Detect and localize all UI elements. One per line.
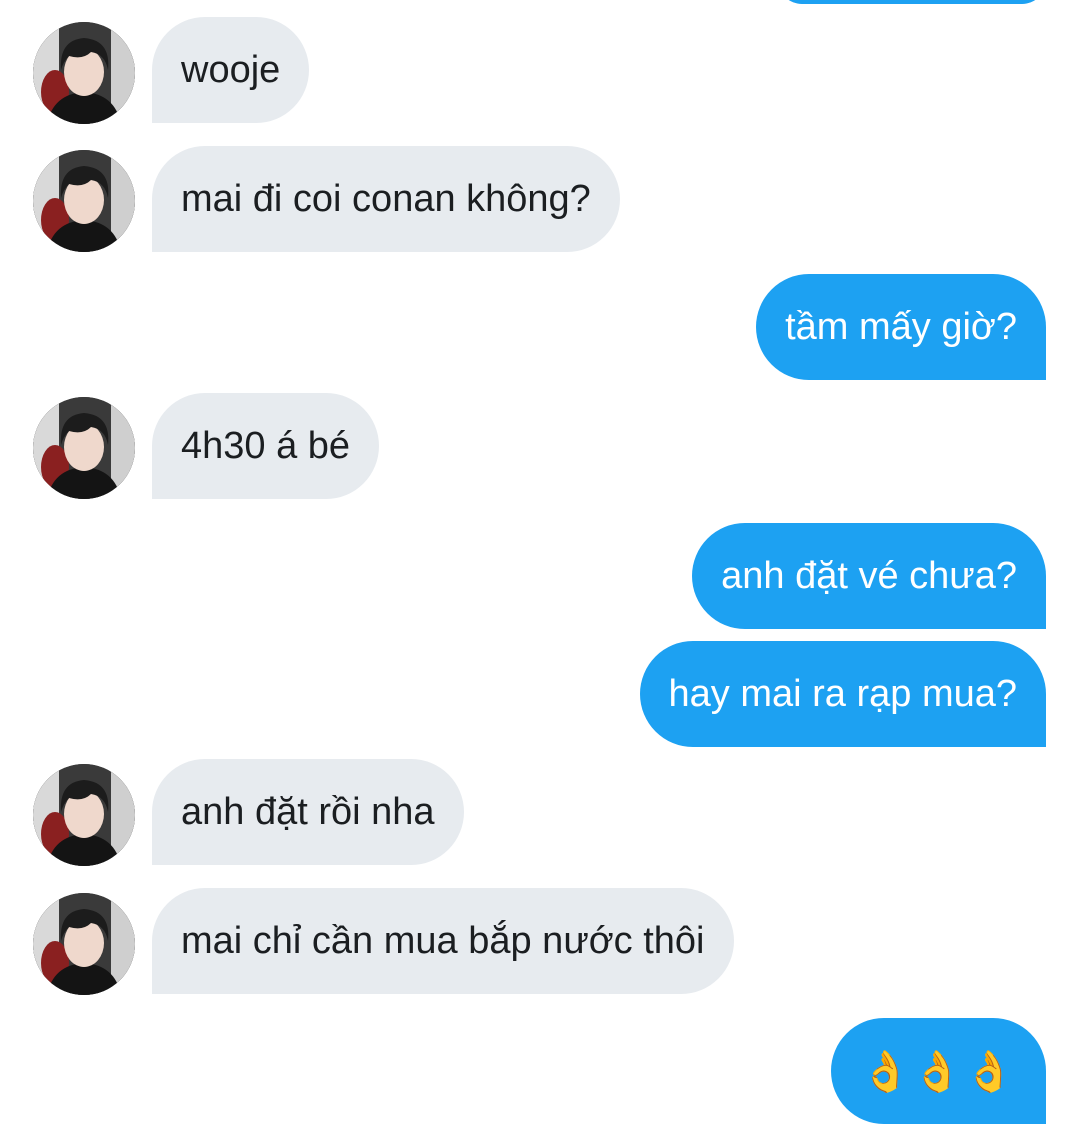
incoming-message[interactable]: anh đặt rồi nha — [152, 759, 464, 865]
avatar[interactable] — [33, 764, 135, 866]
message-text: tầm mấy giờ? — [785, 305, 1017, 348]
profile-photo-icon — [33, 764, 135, 866]
message-text: mai chỉ cần mua bắp nước thôi — [181, 919, 705, 962]
message-text: anh đặt rồi nha — [181, 790, 435, 833]
incoming-message[interactable]: mai đi coi conan không? — [152, 146, 620, 252]
avatar[interactable] — [33, 22, 135, 124]
incoming-message[interactable]: wooje — [152, 17, 310, 123]
avatar[interactable] — [33, 150, 135, 252]
profile-photo-icon — [33, 893, 135, 995]
message-text: wooje — [181, 48, 281, 91]
profile-photo-icon — [33, 22, 135, 124]
ok-hand-emoji-icon: 👌👌👌 — [860, 1049, 1016, 1094]
message-text: anh đặt vé chưa? — [721, 554, 1017, 597]
outgoing-message[interactable]: anh đặt vé chưa? — [692, 523, 1046, 629]
outgoing-message[interactable]: 👌👌👌 — [830, 1018, 1046, 1124]
message-text: hay mai ra rạp mua? — [668, 672, 1018, 715]
incoming-message[interactable]: 4h30 á bé — [152, 393, 380, 499]
previous-message-bubble[interactable] — [778, 0, 1046, 4]
outgoing-message[interactable]: tầm mấy giờ? — [756, 274, 1046, 380]
avatar[interactable] — [33, 397, 135, 499]
incoming-message[interactable]: mai chỉ cần mua bắp nước thôi — [152, 888, 734, 994]
profile-photo-icon — [33, 150, 135, 252]
message-text: mai đi coi conan không? — [181, 177, 591, 220]
chat-thread: wooje mai đi coi conan không? tầm mấy gi… — [0, 0, 1080, 1132]
message-text: 4h30 á bé — [181, 424, 351, 467]
profile-photo-icon — [33, 397, 135, 499]
outgoing-message[interactable]: hay mai ra rạp mua? — [639, 641, 1046, 747]
avatar[interactable] — [33, 893, 135, 995]
